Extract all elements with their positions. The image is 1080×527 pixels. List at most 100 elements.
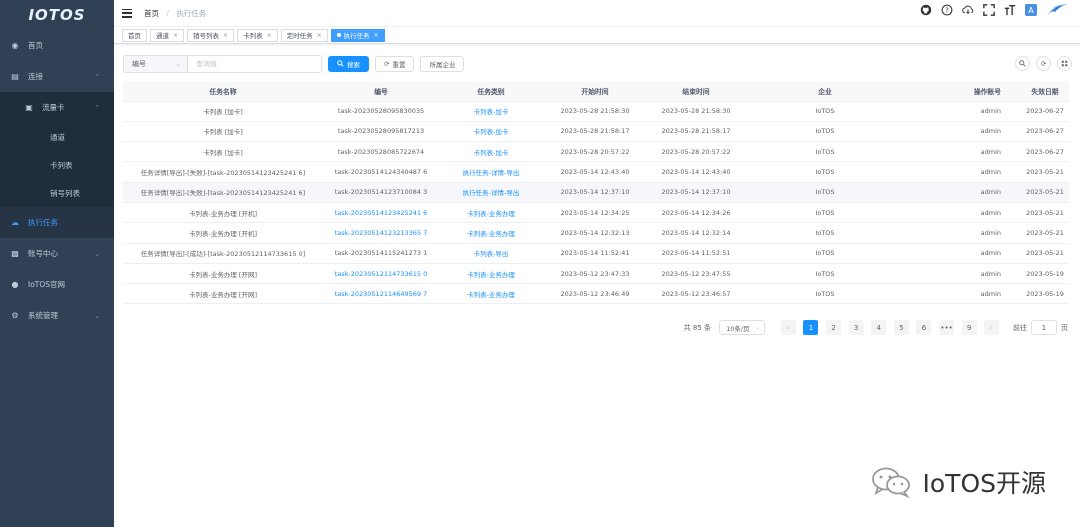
search-field-select[interactable]: 编号 ⌄ — [123, 55, 187, 73]
table-row[interactable]: 卡列表 [加卡] task-20230528085722674 卡列表-加卡 2023… — [123, 141, 1069, 163]
columns-icon[interactable] — [1057, 56, 1072, 71]
table-row[interactable]: 卡列表-业务办理 [开网] task-20230512114649569 7 卡列表… — [123, 283, 1069, 305]
cloud-task-icon: ☁ — [11, 218, 19, 227]
avatar[interactable] — [1046, 4, 1068, 16]
table-cell[interactable]: 卡列表-加卡 — [439, 121, 543, 143]
sidebar-item-card-list[interactable]: 卡列表 — [0, 151, 114, 179]
table-cell[interactable]: 卡列表-业务办理 — [439, 263, 543, 285]
table-cell: 卡列表-业务办理 [开机] — [123, 202, 323, 224]
sidebar-item-label: 流量卡 — [42, 103, 65, 112]
next-page-button[interactable]: › — [984, 320, 1000, 335]
table-cell: IoTOS — [745, 222, 905, 244]
table-cell[interactable]: 卡列表-导出 — [439, 243, 543, 264]
search-button-label: 搜索 — [347, 61, 360, 69]
tag-scheduled-task[interactable]: 定时任务 × — [280, 28, 328, 42]
sidebar-item-account[interactable]: ▩ 账号中心 ⌄ — [0, 238, 114, 269]
tag-home[interactable]: 首页 — [122, 28, 147, 42]
sidebar-item-home[interactable]: ◉ 首页 — [0, 30, 114, 61]
close-icon[interactable]: × — [223, 32, 228, 39]
hamburger-icon[interactable] — [122, 8, 132, 18]
table-cell[interactable]: task-20230514123213365 7 — [323, 222, 439, 244]
table-row[interactable]: 任务详情[导出]-[成功]-[task-20230512114733615 0]… — [123, 243, 1069, 264]
watermark-text: IoTOS开源 — [922, 469, 1047, 498]
search-bar: 编号 ⌄ 搜索 ⟳ 重置 所属企业 — [123, 55, 465, 73]
table-row[interactable]: 卡列表-业务办理 [开机] task-20230514123213365 7 卡列表… — [123, 222, 1069, 244]
logo[interactable]: IOTOS — [0, 0, 114, 30]
chevron-up-icon: ⌃ — [94, 104, 100, 112]
column-header: 任务名称 — [123, 81, 323, 102]
sidebar-item-channel[interactable]: 通道 — [0, 123, 114, 151]
table-row[interactable]: 任务详情[导出]-[失败]-[task-20230514123425241 6]… — [123, 182, 1069, 203]
table-row[interactable]: 卡列表 [加卡] task-20230528095830035 卡列表-加卡 2023… — [123, 101, 1069, 122]
sidebar-item-system[interactable]: ⚙ 系统管理 ⌄ — [0, 300, 114, 331]
column-header: 结束时间 — [647, 81, 745, 102]
refresh-icon[interactable]: ⟳ — [1036, 56, 1051, 71]
search-toggle-icon[interactable] — [1015, 56, 1030, 71]
table-cell[interactable]: 卡列表-业务办理 — [439, 283, 543, 305]
breadcrumb-home[interactable]: 首页 — [144, 9, 159, 18]
table-cell: 2023-05-28 20:57:22 — [543, 141, 647, 163]
page-button[interactable]: 3 — [848, 320, 864, 335]
table-cell[interactable]: task-20230512114733615 0 — [323, 263, 439, 285]
search-button[interactable]: 搜索 — [328, 56, 369, 72]
prev-page-button[interactable]: ‹ — [780, 320, 796, 335]
sidebar-item-cancel-list[interactable]: 销号列表 — [0, 179, 114, 207]
tag-channel[interactable]: 通道 × — [150, 28, 185, 42]
font-size-icon[interactable] — [1004, 4, 1016, 16]
table-cell: admin — [905, 161, 1021, 183]
table-row[interactable]: 卡列表 [加卡] task-20230528095817213 卡列表-加卡 2023… — [123, 121, 1069, 143]
cloud-download-icon[interactable] — [962, 4, 974, 16]
help-icon[interactable]: ? — [941, 4, 953, 16]
page-button[interactable]: 1 — [803, 320, 819, 335]
sidebar-item-task[interactable]: ☁ 执行任务 — [0, 207, 114, 238]
table-cell[interactable]: 卡列表-加卡 — [439, 101, 543, 122]
column-header: 开始时间 — [543, 81, 647, 102]
tag-label: 定时任务 — [286, 32, 313, 40]
table-cell: IoTOS — [745, 263, 905, 285]
sidebar-item-connection[interactable]: ▤ 连接 ⌃ — [0, 61, 114, 92]
table-cell: 2023-05-28 20:57:22 — [647, 141, 745, 163]
close-icon[interactable]: × — [317, 32, 322, 39]
company-button[interactable]: 所属企业 — [420, 56, 465, 72]
table-cell[interactable]: 执行任务-详情-导出 — [439, 161, 543, 183]
table-cell[interactable]: task-20230514123425241 6 — [323, 202, 439, 224]
page-size-select[interactable]: 10条/页 ⌄ — [719, 320, 766, 335]
table-row[interactable]: 任务详情[导出]-[失败]-[task-20230514123425241 6]… — [123, 161, 1069, 183]
table-cell: IoTOS — [745, 121, 905, 143]
page-button[interactable]: 4 — [871, 320, 887, 335]
table-cell[interactable]: 卡列表-业务办理 — [439, 222, 543, 244]
tag-cancel-list[interactable]: 销号列表 × — [187, 28, 235, 42]
table-cell: admin — [905, 243, 1021, 264]
chevron-up-icon: ⌃ — [94, 73, 100, 81]
search-input[interactable] — [187, 55, 322, 73]
translate-icon[interactable]: A — [1025, 4, 1037, 16]
table-cell[interactable]: 卡列表-加卡 — [439, 141, 543, 163]
sidebar-item-sim-card[interactable]: ▣ 流量卡 ⌃ — [0, 92, 114, 123]
table-cell: admin — [905, 182, 1021, 203]
tag-task-active[interactable]: 执行任务 × — [330, 28, 385, 42]
fullscreen-icon[interactable] — [983, 4, 995, 16]
breadcrumb-separator: / — [166, 8, 169, 18]
page-button[interactable]: 5 — [893, 320, 909, 335]
close-icon[interactable]: × — [267, 32, 272, 39]
page-button[interactable]: 9 — [961, 320, 977, 335]
github-icon[interactable] — [920, 4, 932, 16]
table-cell[interactable]: task-20230512114649569 7 — [323, 283, 439, 305]
page-button[interactable]: ••• — [939, 320, 955, 335]
sidebar-item-website[interactable]: ● IoTOS官网 — [0, 269, 114, 300]
column-header: 操作账号 — [905, 81, 1021, 102]
page-button[interactable]: 2 — [826, 320, 842, 335]
tag-card-list[interactable]: 卡列表 × — [237, 28, 278, 42]
app-root: IOTOS ◉ 首页 ▤ 连接 ⌃ ▣ 流量卡 ⌃ 通道 卡列表 销号列表 ☁ … — [0, 0, 1080, 527]
page-button[interactable]: 6 — [916, 320, 932, 335]
table-row[interactable]: 卡列表-业务办理 [开机] task-20230514123425241 6 卡列表… — [123, 202, 1069, 224]
table-cell[interactable]: 卡列表-业务办理 — [439, 202, 543, 224]
close-icon[interactable]: × — [374, 32, 379, 39]
goto-input[interactable]: 1 — [1031, 320, 1057, 335]
table-cell[interactable]: 执行任务-详情-导出 — [439, 182, 543, 203]
table-cell: 任务详情[导出]-[成功]-[task-20230512114733615 0] — [123, 243, 323, 264]
close-icon[interactable]: × — [173, 32, 178, 39]
reset-button[interactable]: ⟳ 重置 — [375, 56, 415, 72]
sidebar-item-label: 系统管理 — [28, 311, 58, 320]
table-row[interactable]: 卡列表-业务办理 [开网] task-20230512114733615 0 卡列表… — [123, 263, 1069, 285]
